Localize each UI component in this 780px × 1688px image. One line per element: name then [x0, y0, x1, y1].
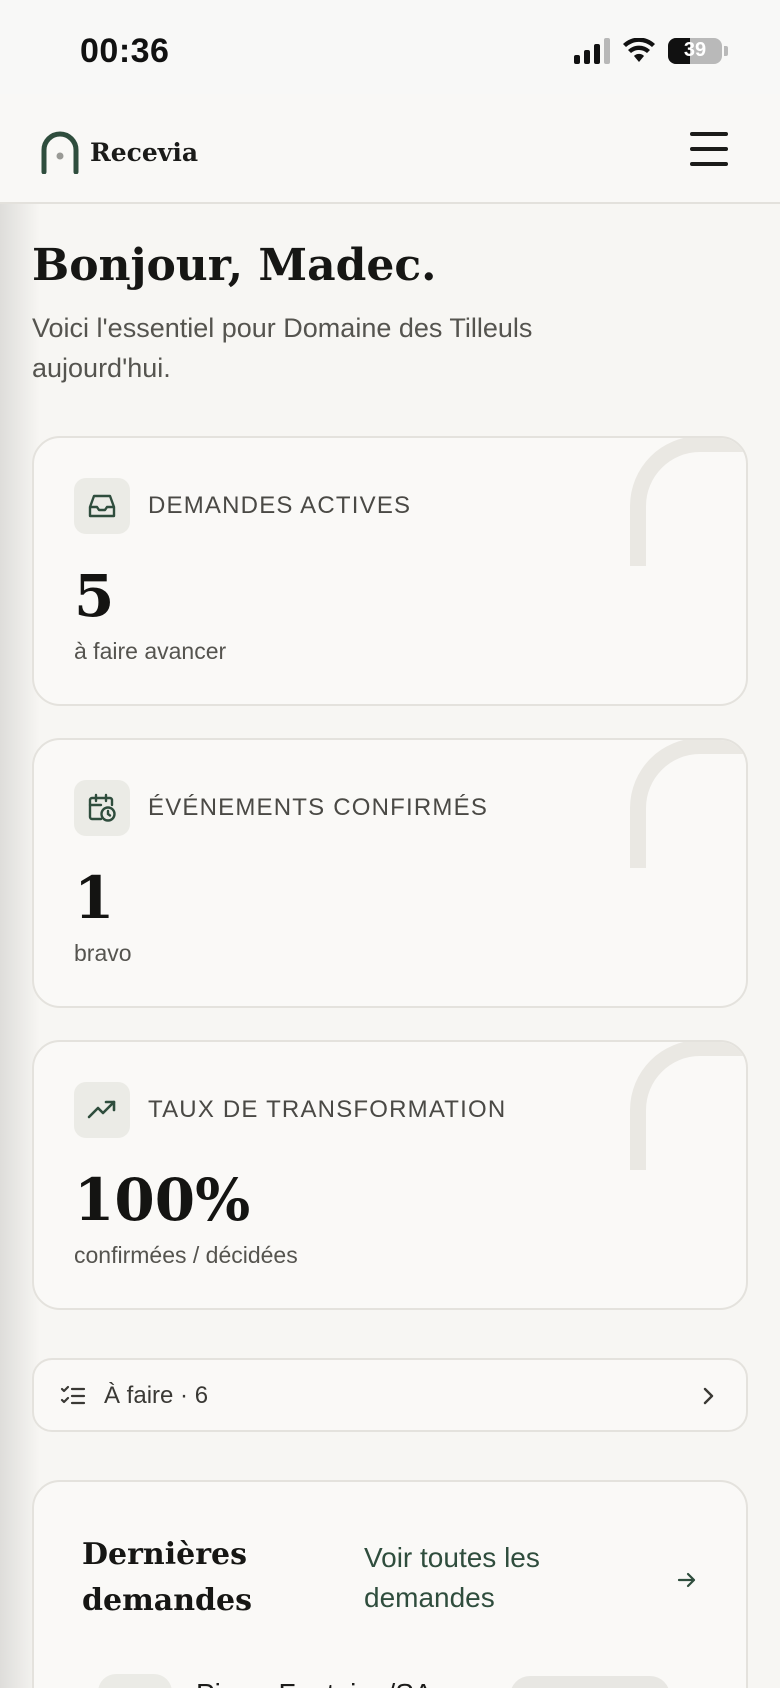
battery-level: 39 [683, 39, 707, 61]
latest-requests-card: Dernières demandes Voir toutes les deman… [32, 1480, 748, 1688]
battery-cap [724, 46, 728, 56]
arch-logo-icon [41, 131, 79, 174]
brand-name: Recevia [90, 137, 199, 167]
app-header: Recevia [0, 94, 780, 204]
page-title: Bonjour, Madec. [32, 240, 437, 291]
stat-card-conversion-rate[interactable]: TAUX DE TRANSFORMATION 100% confirmées /… [32, 1040, 748, 1310]
chevron-right-icon [703, 1387, 714, 1405]
checklist-icon [60, 1385, 86, 1405]
stat-caption: à faire avancer [74, 638, 227, 664]
stat-value: 5 [74, 562, 115, 630]
calendar-clock-icon [74, 780, 130, 836]
card-arch-decoration [630, 740, 746, 868]
see-all-requests-link[interactable]: Voir toutes les demandes [364, 1538, 624, 1618]
stat-value: 100% [74, 1166, 251, 1234]
status-badge [510, 1676, 670, 1688]
card-arch-decoration [630, 1042, 746, 1170]
stat-card-active-requests[interactable]: DEMANDES ACTIVES 5 à faire avancer [32, 436, 748, 706]
stat-label: TAUX DE TRANSFORMATION [148, 1096, 507, 1123]
todo-link[interactable]: À faire · 6 [32, 1358, 748, 1432]
battery-icon: 39 [668, 38, 722, 64]
wifi-icon [623, 38, 655, 62]
hamburger-menu-icon[interactable] [690, 132, 728, 166]
trend-up-icon [74, 1082, 130, 1138]
stat-value: 1 [74, 864, 115, 932]
arrow-right-icon[interactable] [676, 1570, 698, 1590]
stat-card-confirmed-events[interactable]: ÉVÉNEMENTS CONFIRMÉS 1 bravo [32, 738, 748, 1008]
status-icons: 39 [574, 36, 728, 66]
stat-label: ÉVÉNEMENTS CONFIRMÉS [148, 794, 489, 821]
stat-caption: bravo [74, 940, 132, 966]
request-row-name[interactable]: Pierre Fontaine/SA [196, 1678, 433, 1688]
todo-label: À faire · 6 [104, 1382, 209, 1409]
card-arch-decoration [630, 438, 746, 566]
brand-logo[interactable]: Recevia [40, 130, 198, 174]
latest-requests-title: Dernières demandes [82, 1537, 253, 1618]
page-subtitle: Voici l'essentiel pour Domaine des Tille… [32, 313, 533, 383]
status-time: 00:36 [80, 32, 170, 70]
inbox-icon [74, 478, 130, 534]
cellular-signal-icon [574, 38, 610, 64]
status-bar: 00:36 39 [0, 0, 780, 94]
stat-label: DEMANDES ACTIVES [148, 492, 412, 519]
avatar [98, 1674, 172, 1688]
stat-caption: confirmées / décidées [74, 1242, 298, 1268]
